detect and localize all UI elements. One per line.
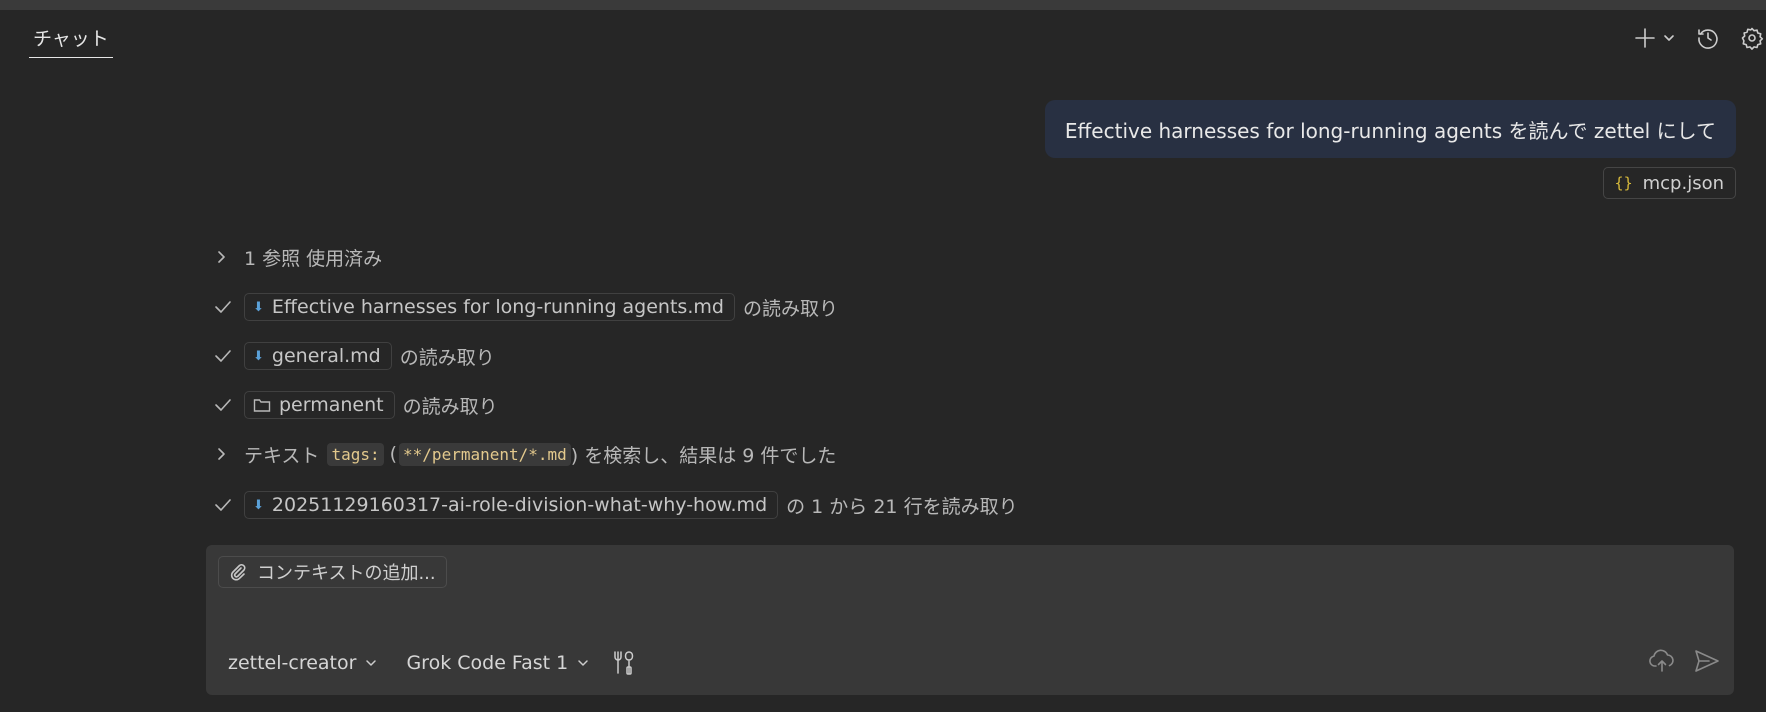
markdown-file-icon: ⬇	[253, 348, 264, 364]
step-suffix: の 1 から 21 行を読み取り	[786, 495, 1018, 518]
markdown-file-icon: ⬇	[253, 299, 264, 315]
folder-icon	[253, 399, 271, 412]
chevron-down-icon	[578, 660, 588, 666]
settings-button[interactable]	[1738, 24, 1766, 52]
folder-chip[interactable]: permanent	[244, 391, 395, 419]
agent-selector[interactable]: zettel-creator	[228, 652, 378, 674]
search-step[interactable]: テキスト tags: ( **/permanent/*.md ) を検索し、結果…	[214, 439, 836, 469]
add-context-label: コンテキストの追加...	[257, 563, 436, 584]
file-name: 20251129160317-ai-role-division-what-why…	[271, 494, 768, 516]
file-chip[interactable]: ⬇ Effective harnesses for long-running a…	[244, 293, 735, 321]
tab-chat[interactable]: チャット	[29, 24, 113, 58]
attachment-chip[interactable]: {} mcp.json	[1602, 167, 1736, 199]
step-suffix: の読み取り	[742, 297, 838, 320]
chevron-right-icon	[218, 448, 225, 460]
chevron-right-icon	[218, 251, 225, 263]
search-query: tags:	[327, 442, 384, 466]
tools-button[interactable]	[612, 650, 636, 676]
file-chip[interactable]: ⬇ 20251129160317-ai-role-division-what-w…	[244, 491, 779, 519]
model-selector[interactable]: Grok Code Fast 1	[406, 652, 590, 674]
input-toolbar: zettel-creator Grok Code Fast 1	[228, 650, 636, 676]
read-step-4: ⬇ 20251129160317-ai-role-division-what-w…	[214, 490, 1018, 520]
check-icon	[215, 350, 231, 362]
tools-icon	[614, 651, 634, 675]
send-icon[interactable]	[1694, 649, 1720, 673]
step-suffix: の読み取り	[399, 346, 495, 369]
model-name: Grok Code Fast 1	[406, 652, 569, 674]
search-suffix: ) を検索し、結果は 9 件でした	[570, 444, 837, 467]
attachment-name: mcp.json	[1642, 172, 1724, 194]
history-button[interactable]	[1694, 24, 1722, 52]
paperclip-icon	[230, 564, 246, 581]
read-step-3: permanent の読み取り	[214, 390, 498, 420]
send-controls	[1648, 648, 1720, 674]
user-message-bubble: Effective harnesses for long-running age…	[1044, 100, 1736, 158]
search-prefix: テキスト	[244, 444, 320, 467]
gear-icon	[1741, 27, 1764, 50]
new-chat-button[interactable]	[1632, 24, 1658, 52]
chevron-down-icon	[366, 660, 377, 666]
json-file-icon: {}	[1614, 174, 1633, 192]
chat-input-box[interactable]: コンテキストの追加... zettel-creator Grok Code Fa…	[206, 545, 1734, 695]
references-text: 1 参照 使用済み	[244, 247, 383, 270]
chevron-down-icon	[1664, 35, 1674, 41]
file-name: Effective harnesses for long-running age…	[271, 296, 724, 318]
add-context-button[interactable]: コンテキストの追加...	[218, 556, 447, 588]
title-bar	[0, 0, 1766, 10]
search-glob: **/permanent/*.md	[399, 442, 571, 466]
user-message-text: Effective harnesses for long-running age…	[1064, 118, 1716, 143]
references-row[interactable]: 1 参照 使用済み	[214, 242, 382, 272]
paren-open: (	[389, 443, 398, 465]
file-chip[interactable]: ⬇ general.md	[244, 342, 392, 370]
new-chat-dropdown[interactable]	[1660, 26, 1678, 50]
history-icon	[1698, 29, 1718, 49]
check-icon	[215, 499, 231, 511]
check-icon	[215, 301, 231, 313]
read-step-2: ⬇ general.md の読み取り	[214, 341, 495, 371]
check-icon	[215, 399, 231, 411]
step-suffix: の読み取り	[402, 395, 498, 418]
file-name: general.md	[271, 345, 381, 367]
cloud-upload-icon[interactable]	[1648, 648, 1676, 674]
read-step-1: ⬇ Effective harnesses for long-running a…	[214, 292, 838, 322]
markdown-file-icon: ⬇	[253, 497, 264, 513]
add-icon	[1635, 28, 1655, 48]
agent-name: zettel-creator	[228, 652, 357, 674]
folder-name: permanent	[279, 394, 384, 416]
